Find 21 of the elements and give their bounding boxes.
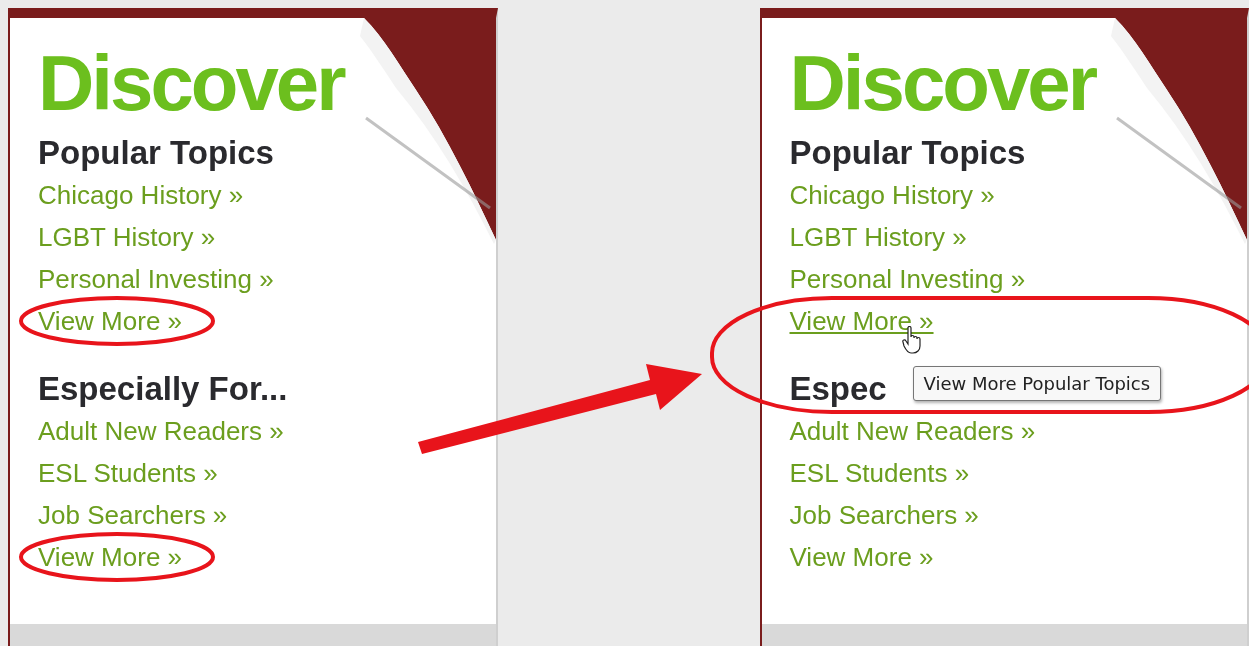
section-heading: Popular Topics [789, 133, 1026, 173]
topic-link[interactable]: Adult New Readers » [789, 416, 1036, 446]
topic-link[interactable]: LGBT History » [38, 222, 216, 252]
tooltip: View More Popular Topics [912, 366, 1162, 401]
topic-link[interactable]: Chicago History » [38, 180, 244, 210]
topic-link[interactable]: Personal Investing » [789, 264, 1026, 294]
topic-link[interactable]: Job Searchers » [38, 500, 228, 530]
section-heading: Especially For... [38, 369, 288, 409]
section-heading: Popular Topics [38, 133, 274, 173]
section-heading: Espec [789, 369, 887, 409]
topic-link[interactable]: ESL Students » [38, 458, 218, 488]
topic-link[interactable]: Chicago History » [789, 180, 995, 210]
discover-logo: Discover [38, 44, 344, 122]
topic-link[interactable]: ESL Students » [789, 458, 970, 488]
discover-logo: Discover [789, 44, 1096, 122]
topic-link[interactable]: View More » [789, 542, 934, 572]
topic-link[interactable]: Adult New Readers » [38, 416, 284, 446]
topic-link[interactable]: Job Searchers » [789, 500, 979, 530]
topic-link[interactable]: LGBT History » [789, 222, 967, 252]
topic-link[interactable]: Personal Investing » [38, 264, 274, 294]
topic-link[interactable]: View More » [789, 306, 934, 336]
